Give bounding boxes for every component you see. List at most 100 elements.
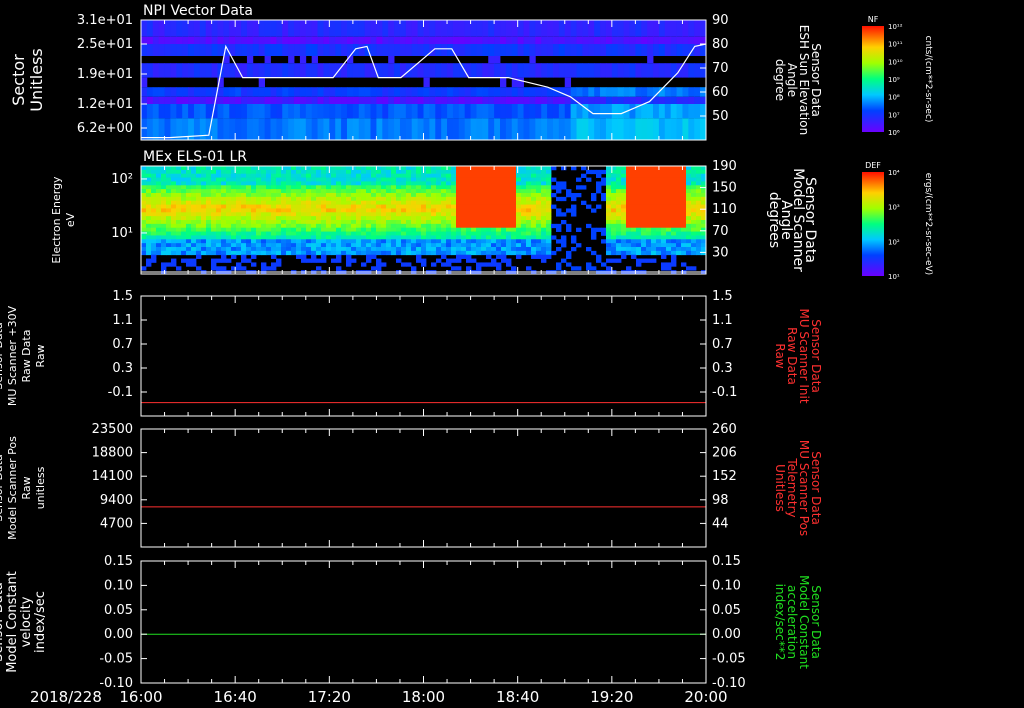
spectrogram-cell	[221, 250, 227, 256]
spectrogram-cell	[271, 254, 277, 259]
spectrogram-cell	[171, 173, 177, 178]
spectrogram-cell	[671, 216, 677, 221]
spectrogram-cell	[591, 196, 597, 202]
spectrogram-cell	[164, 96, 171, 104]
spectrogram-cell	[646, 177, 652, 182]
spectrogram-cell	[671, 181, 677, 186]
spectrogram-cell	[311, 247, 317, 252]
spectrogram-cell	[336, 247, 342, 252]
spectrogram-cell	[521, 166, 527, 171]
spectrogram-cell	[541, 193, 547, 198]
spectrogram-cell	[356, 212, 362, 217]
spectrogram-cell	[391, 243, 397, 248]
spectrogram-cell	[671, 177, 677, 182]
spectrogram-cell	[681, 250, 687, 256]
spectrogram-cell	[246, 200, 252, 205]
spectrogram-cell	[286, 177, 292, 182]
spectrogram-cell	[381, 231, 387, 236]
spectrogram-cell	[261, 189, 267, 194]
spectrogram-cell	[416, 231, 422, 236]
spectrogram-cell	[282, 104, 289, 119]
spectrogram-cell	[206, 235, 212, 240]
spectrogram-cell	[356, 166, 362, 171]
spectrogram-cell	[286, 223, 292, 229]
spectrogram-cell	[521, 243, 527, 248]
spectrogram-cell	[299, 104, 307, 119]
spectrogram-cell	[201, 173, 207, 178]
spectrogram-cell	[241, 166, 247, 171]
spectrogram-cell	[616, 250, 622, 256]
spectrogram-cell	[391, 235, 397, 240]
spectrogram-cell	[500, 44, 507, 56]
spectrogram-cell	[451, 250, 457, 256]
spectrogram-cell	[406, 231, 412, 236]
spectrogram-cell	[547, 63, 554, 78]
spectrogram-cell	[646, 223, 652, 229]
spectrogram-cell	[251, 208, 257, 213]
spectrogram-cell	[176, 208, 182, 213]
spectrogram-cell	[221, 173, 227, 178]
spectrogram-cell	[621, 185, 627, 190]
spectrogram-cell	[646, 193, 652, 198]
spectrogram-cell	[211, 231, 217, 236]
spectrogram-cell	[176, 166, 182, 171]
spectrogram-cell	[616, 243, 622, 248]
spectrogram-cell	[326, 204, 332, 209]
spectrogram-cell	[236, 220, 242, 225]
spectrogram-cell	[256, 243, 262, 248]
spectrogram-cell	[456, 247, 462, 252]
spectrogram-cell	[336, 189, 342, 194]
spectrogram-cell	[316, 193, 322, 198]
spectrogram-cell	[686, 204, 692, 209]
spectrogram-cell	[251, 223, 257, 229]
spectrogram-cell	[241, 189, 247, 194]
spectrogram-cell	[436, 231, 442, 236]
spectrogram-cell	[664, 96, 672, 104]
spectrogram-cell	[458, 96, 466, 104]
spectrogram-cell	[641, 204, 647, 209]
spectrogram-cell	[256, 239, 262, 244]
spectrogram-cell	[441, 220, 447, 225]
spectrogram-cell	[601, 193, 607, 198]
spectrogram-cell	[441, 247, 447, 252]
spectrogram-cell	[476, 118, 483, 140]
spectrogram-cell	[276, 63, 283, 78]
spectrogram-cell	[291, 208, 297, 213]
spectrogram-cell	[396, 212, 402, 217]
spectrogram-cell	[452, 96, 460, 104]
spectrogram-cell	[241, 44, 248, 56]
spectrogram-cell	[611, 118, 619, 140]
spectrogram-cell	[276, 216, 282, 221]
spectrogram-cell	[486, 173, 492, 178]
spectrogram-cell	[646, 247, 652, 252]
spectrogram-cell	[521, 231, 527, 236]
spectrogram-cell	[606, 247, 612, 252]
spectrogram-cell	[501, 243, 507, 248]
spectrogram-cell	[317, 63, 324, 78]
spectrogram-cell	[241, 239, 247, 244]
spectrogram-cell	[517, 36, 524, 44]
spectrogram-cell	[186, 239, 192, 244]
spectrogram-cell	[301, 173, 307, 178]
spectrogram-cell	[566, 193, 572, 198]
spectrogram-cell	[399, 20, 407, 37]
spectrogram-cell	[176, 250, 182, 256]
spectrogram-cell	[676, 193, 682, 198]
spectrogram-cell	[631, 216, 637, 221]
spectrogram-cell	[382, 20, 389, 37]
spectrogram-cell	[191, 227, 197, 232]
spectrogram-cell	[681, 200, 687, 205]
spectrogram-cell	[476, 250, 482, 256]
spectrogram-cell	[581, 166, 587, 171]
spectrogram-cell	[181, 185, 187, 190]
spectrogram-cell	[288, 87, 295, 97]
spectrogram-cell	[452, 36, 460, 44]
spectrogram-cell	[671, 258, 677, 263]
spectrogram-cell	[491, 189, 497, 194]
spectrogram-cell	[331, 223, 337, 229]
spectrogram-cell	[661, 212, 667, 217]
spectrogram-cell	[193, 87, 201, 97]
spectrogram-cell	[601, 262, 607, 267]
spectrogram-cell	[416, 243, 422, 248]
spectrogram-cell	[431, 169, 437, 175]
